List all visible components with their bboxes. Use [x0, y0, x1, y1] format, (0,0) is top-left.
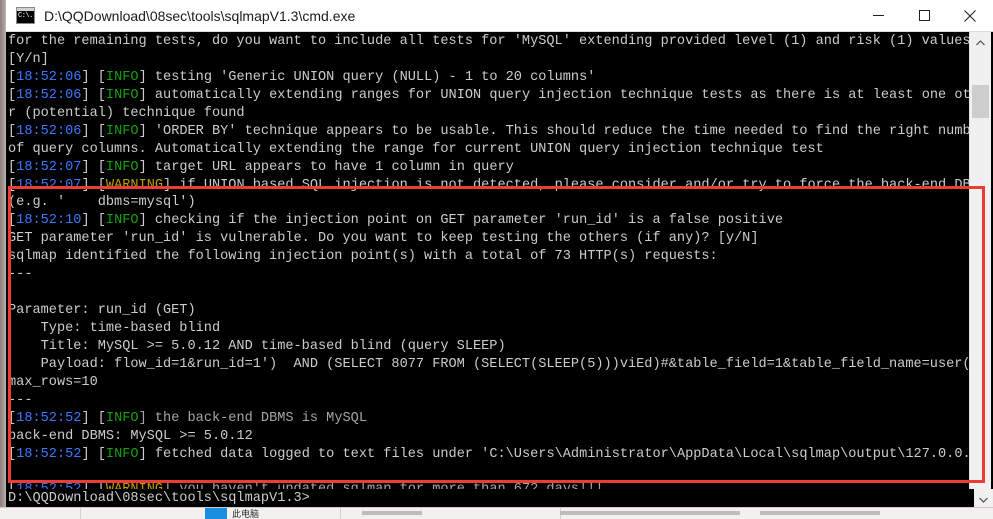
terminal-segment: ] [: [81, 213, 106, 229]
terminal-segment: ] if UNION based SQL injection is not de…: [163, 177, 987, 193]
terminal-line: [18:52:07] [WARNING] if UNION based SQL …: [8, 177, 987, 195]
terminal-segment: 18:52:06: [16, 87, 82, 103]
scrollbar-thumb[interactable]: [972, 85, 989, 119]
terminal-line: r (potential) technique found: [8, 105, 968, 123]
windows-taskbar[interactable]: 此电脑: [0, 507, 993, 519]
terminal-line: Parameter: run_id (GET): [8, 302, 968, 320]
terminal-line: GET parameter 'run_id' is vulnerable. Do…: [8, 230, 968, 248]
terminal-line: ---: [8, 392, 968, 410]
terminal-line: ---: [8, 266, 968, 284]
terminal-segment: [: [8, 159, 17, 175]
prompt-text: D:\QQDownload\08sec\tools\sqlmapV1.3>: [8, 491, 310, 506]
scroll-up-arrow-icon[interactable]: [970, 32, 991, 53]
terminal-segment: INFO: [105, 159, 139, 175]
terminal-segment: ] automatically extending ranges for UNI…: [138, 87, 987, 103]
terminal-segment: INFO: [105, 446, 139, 462]
minimize-button[interactable]: [855, 0, 901, 31]
terminal-segment: GET parameter 'run_id' is vulnerable. Do…: [8, 231, 759, 247]
terminal-segment: ] [: [81, 69, 106, 85]
terminal-segment: r (potential) technique found: [8, 105, 245, 121]
terminal-line: [18:52:10] [INFO] checking if the inject…: [8, 212, 968, 230]
terminal-segment: ] [: [81, 410, 106, 426]
terminal-segment: ] testing 'Generic UNION query (NULL) - …: [138, 69, 596, 85]
terminal-line: [18:52:06] [INFO] automatically extendin…: [8, 87, 987, 105]
close-button[interactable]: [947, 0, 993, 31]
terminal-segment: Type: time-based blind: [8, 321, 221, 336]
terminal-segment: 18:52:06: [16, 69, 82, 85]
terminal-text: for the remaining tests, do you want to …: [8, 33, 987, 513]
maximize-button[interactable]: [901, 0, 947, 31]
terminal-segment: max_rows=10: [8, 374, 98, 390]
terminal-segment: 18:52:07: [16, 177, 82, 193]
terminal-segment: [: [8, 410, 17, 426]
terminal-segment: ] [: [81, 446, 106, 462]
terminal-segment: ] 'ORDER BY' technique appears to be usa…: [138, 123, 987, 139]
terminal-segment: ] [: [81, 123, 106, 139]
terminal-segment: INFO: [105, 123, 139, 139]
terminal-line: for the remaining tests, do you want to …: [8, 33, 979, 51]
terminal-segment: 18:52:52: [16, 446, 82, 462]
terminal-segment: [: [8, 123, 17, 139]
terminal-line: Payload: flow_id=1&run_id=1') AND (SELEC…: [8, 356, 987, 374]
terminal-segment: INFO: [105, 69, 139, 85]
screen: D:\QQDownload\08sec\tools\sqlmapV1.3\cmd…: [0, 0, 993, 519]
cmd-window: D:\QQDownload\08sec\tools\sqlmapV1.3\cmd…: [6, 0, 993, 513]
terminal-segment: [: [8, 446, 17, 462]
terminal-segment: Parameter: run_id (GET): [8, 303, 196, 319]
terminal-segment: ] the back-end DBMS is MySQL: [138, 410, 367, 426]
terminal-line: Type: time-based blind: [8, 320, 968, 338]
terminal-segment: 18:52:07: [16, 159, 82, 175]
terminal-line: Title: MySQL >= 5.0.12 AND time-based bl…: [8, 338, 968, 356]
terminal-line: [18:52:07] [INFO] target URL appears to …: [8, 159, 968, 177]
terminal-segment: ] [: [81, 159, 106, 175]
terminal-line: [18:52:52] [INFO] fetched data logged to…: [8, 446, 987, 464]
terminal-segment: 18:52:10: [16, 213, 82, 229]
terminal-line: (e.g. ' dbms=mysql'): [8, 194, 968, 212]
terminal-line: [18:52:06] [INFO] testing 'Generic UNION…: [8, 69, 968, 87]
terminal-line: sqlmap identified the following injectio…: [8, 248, 968, 266]
terminal-segment: ] [: [81, 177, 106, 193]
terminal-segment: ] fetched data logged to text files unde…: [138, 446, 987, 462]
console-output-area[interactable]: for the remaining tests, do you want to …: [6, 32, 993, 513]
terminal-segment: for the remaining tests, do you want to …: [8, 34, 979, 49]
terminal-line: [18:52:06] [INFO] 'ORDER BY' technique a…: [8, 123, 987, 141]
title-bar[interactable]: D:\QQDownload\08sec\tools\sqlmapV1.3\cmd…: [6, 0, 993, 32]
terminal-segment: 18:52:52: [16, 410, 82, 426]
terminal-line: max_rows=10: [8, 374, 968, 392]
terminal-segment: INFO: [105, 87, 139, 103]
terminal-segment: (e.g. ' dbms=mysql'): [8, 195, 196, 211]
terminal-segment: 18:52:06: [16, 123, 82, 139]
terminal-segment: Title: MySQL >= 5.0.12 AND time-based bl…: [8, 338, 506, 354]
terminal-line: [18:52:52] [INFO] the back-end DBMS is M…: [8, 410, 968, 428]
window-title: D:\QQDownload\08sec\tools\sqlmapV1.3\cmd…: [44, 7, 356, 24]
terminal-segment: INFO: [105, 410, 139, 426]
terminal-segment: Payload: flow_id=1&run_id=1') AND (SELEC…: [8, 356, 987, 372]
terminal-line: back-end DBMS: MySQL >= 5.0.12: [8, 428, 968, 446]
terminal-segment: [: [8, 177, 17, 193]
terminal-segment: ] target URL appears to have 1 column in…: [138, 159, 514, 175]
terminal-segment: ] [: [81, 87, 106, 103]
terminal-segment: back-end DBMS: MySQL >= 5.0.12: [8, 428, 253, 444]
terminal-segment: sqlmap identified the following injectio…: [8, 249, 718, 265]
terminal-segment: of query columns. Automatically extendin…: [8, 141, 824, 157]
terminal-segment: [: [8, 213, 17, 229]
terminal-line: of query columns. Automatically extendin…: [8, 141, 968, 159]
terminal-line: [Y/n]: [8, 51, 968, 69]
terminal-segment: WARNING: [105, 177, 164, 193]
vertical-scrollbar[interactable]: [969, 32, 991, 513]
terminal-segment: ---: [8, 267, 33, 283]
terminal-segment: INFO: [105, 213, 139, 229]
terminal-segment: ] checking if the injection point on GET…: [138, 213, 784, 229]
console-icon: [16, 7, 35, 24]
terminal-segment: [Y/n]: [8, 51, 49, 67]
window-controls: [855, 0, 993, 31]
terminal-segment: [: [8, 69, 17, 85]
terminal-segment: [: [8, 87, 17, 103]
terminal-segment: ---: [8, 392, 33, 408]
